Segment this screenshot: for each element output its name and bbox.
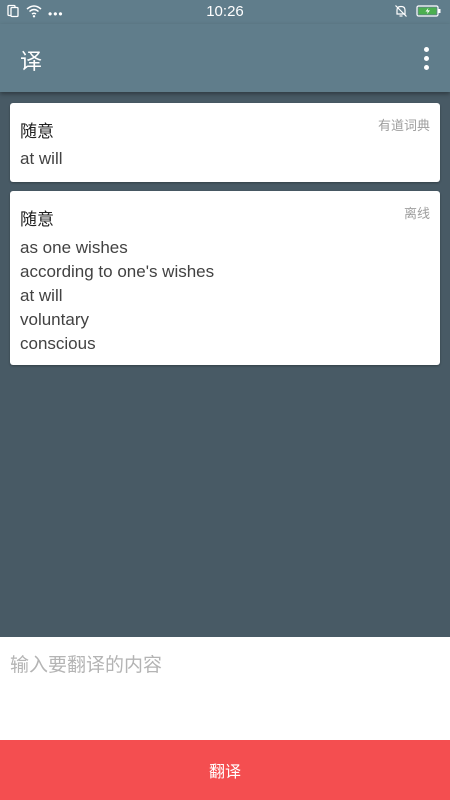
input-area (0, 637, 450, 740)
card-translations: at will (20, 147, 63, 171)
translate-button[interactable]: 翻译 (0, 740, 450, 800)
app-title: 译 (20, 50, 43, 75)
card-source: 离线 (403, 207, 430, 222)
translation-line: voluntary (20, 310, 89, 329)
translation-line: as one wishes (20, 238, 128, 257)
result-card-online: 随意 有道词典 at will (10, 103, 440, 182)
status-time: 10:26 (206, 3, 244, 20)
card-source: 有道词典 (377, 119, 430, 134)
card-word: 随意 (20, 122, 54, 142)
card-word: 随意 (20, 210, 54, 230)
card-translations: as one wishes according to one's wishes … (20, 236, 214, 356)
more-vert-icon[interactable] (416, 44, 436, 72)
status-right-icons (394, 4, 442, 23)
translation-line: conscious (20, 334, 96, 353)
notification-muted-icon (394, 4, 408, 23)
translate-input[interactable] (0, 637, 450, 740)
translation-line: according to one's wishes (20, 262, 215, 281)
battery-charging-icon (416, 4, 442, 23)
result-card-offline: 随意 离线 as one wishes according to one's w… (10, 191, 440, 365)
app-bar: 译 (0, 24, 450, 92)
translation-line: at will (20, 149, 63, 168)
status-bar: ••• 10:26 (0, 0, 450, 24)
translation-line: at will (20, 286, 63, 305)
